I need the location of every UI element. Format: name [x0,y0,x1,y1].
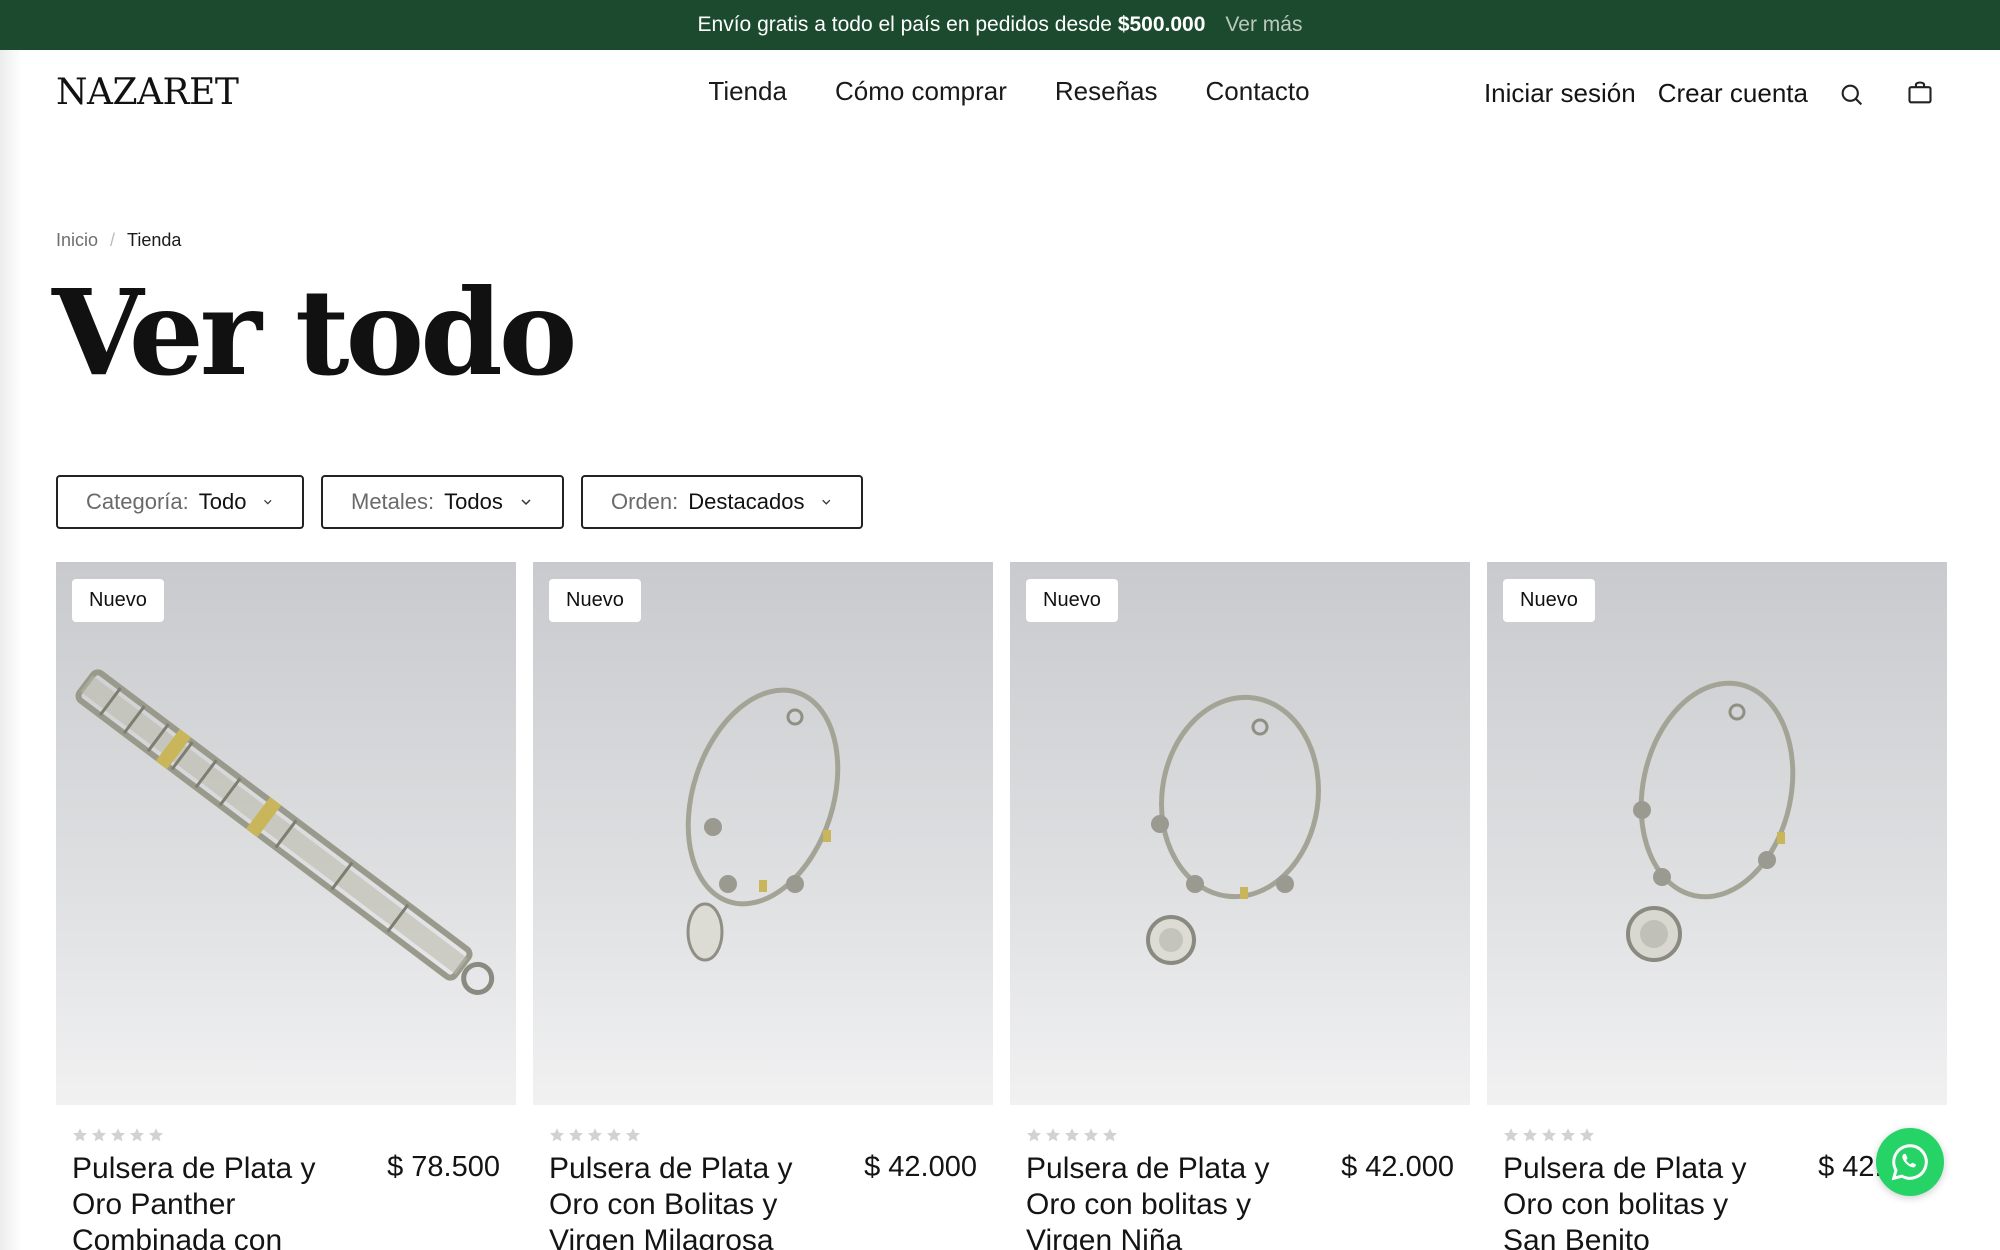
announcement-more-link[interactable]: Ver más [1225,13,1302,37]
chevron-down-icon [264,499,272,505]
page-edge-shade [0,50,22,1250]
metal-filter-label: Metales: [351,489,435,514]
product-name[interactable]: Pulsera de Plata y Oro con bolitas y Vir… [1026,1151,1296,1250]
star-icon [1503,1128,1519,1142]
star-icon [1522,1128,1538,1142]
product-name[interactable]: Pulsera de Plata y Oro con Bolitas y Vir… [549,1151,819,1250]
whatsapp-icon [1891,1144,1928,1181]
announcement-bar: Envío gratis a todo el país en pedidos d… [0,0,2000,50]
breadcrumb-current: Tienda [127,230,182,250]
new-badge: Nuevo [72,579,164,622]
nav-item-tienda[interactable]: Tienda [708,76,787,107]
star-icon [568,1128,584,1142]
star-icon [1026,1128,1042,1142]
star-icon [1560,1128,1576,1142]
product-name[interactable]: Pulsera de Plata y Oro Panther Combinada… [72,1151,342,1250]
announcement-amount: $500.000 [1117,13,1206,36]
register-link[interactable]: Crear cuenta [1658,78,1808,109]
star-icon [1102,1128,1118,1142]
star-icon [587,1128,603,1142]
star-icon [1045,1128,1061,1142]
product-image[interactable]: Nuevo [1487,562,1947,1105]
breadcrumb: Inicio / Tienda [56,230,181,251]
product-price: $ 78.500 [387,1151,500,1183]
star-icon [625,1128,641,1142]
star-icon [606,1128,622,1142]
chevron-down-icon [822,499,831,505]
product-name[interactable]: Pulsera de Plata y Oro con bolitas y San… [1503,1151,1773,1250]
bracelet-virgen-nina-image [1146,694,1321,965]
breadcrumb-home[interactable]: Inicio [56,230,98,251]
sort-filter[interactable]: Orden: Destacados [581,475,863,529]
account-links: Iniciar sesión Crear cuenta [1484,78,1808,109]
breadcrumb-separator: / [110,230,116,250]
bracelet-san-benito-image [1626,680,1796,962]
star-icon [1579,1128,1595,1142]
bracelet-milagrosa-image [685,687,841,962]
filter-bar: Categoría: Todo Metales: Todos Orden: De… [56,475,863,529]
page-title: Ver todo [52,263,577,402]
rating-stars [72,1127,516,1143]
product-card[interactable]: Nuevo Pulsera de Plata y Oro con bolitas… [1487,562,1947,1250]
star-icon [1083,1128,1099,1142]
sort-filter-label: Orden: [611,489,679,514]
metal-filter[interactable]: Metales: Todos [321,475,564,529]
star-icon [110,1128,126,1142]
category-filter-value: Todo [198,489,247,514]
star-icon [549,1128,565,1142]
product-image[interactable]: Nuevo [1010,562,1470,1105]
sort-filter-value: Destacados [688,489,805,514]
rating-stars [1503,1127,1947,1143]
category-filter-label: Categoría: [86,489,189,514]
announcement-text: Envío gratis a todo el país en pedidos d… [697,13,1206,36]
product-card[interactable]: Nuevo Pulsera de Plata y Oro con bolitas… [1010,562,1470,1250]
rating-stars [549,1127,993,1143]
product-card[interactable]: Nuevo Pulsera de Plata y Oro con Bolitas… [533,562,993,1250]
product-price: $ 42.000 [1341,1151,1454,1183]
product-image[interactable]: Nuevo [56,562,516,1105]
login-link[interactable]: Iniciar sesión [1484,78,1636,109]
nav-item-resenas[interactable]: Reseñas [1055,76,1158,107]
category-filter[interactable]: Categoría: Todo [56,475,304,529]
star-icon [1064,1128,1080,1142]
whatsapp-button[interactable] [1876,1128,1944,1196]
nav-item-contacto[interactable]: Contacto [1206,76,1310,107]
product-card[interactable]: Nuevo Pulsera de Plata y Oro Panther Com… [56,562,516,1250]
chevron-down-icon [521,499,531,506]
rating-stars [1026,1127,1470,1143]
star-icon [148,1128,164,1142]
product-grid: Nuevo Pulsera de Plata y Oro Panther Com… [56,562,1947,1250]
product-image[interactable]: Nuevo [533,562,993,1105]
new-badge: Nuevo [1503,579,1595,622]
star-icon [129,1128,145,1142]
search-icon[interactable] [1838,81,1866,109]
bag-icon[interactable] [1906,79,1934,107]
bracelet-panther-image [75,669,495,995]
star-icon [91,1128,107,1142]
metal-filter-value: Todos [444,489,503,514]
nav-item-como-comprar[interactable]: Cómo comprar [835,76,1007,107]
product-price: $ 42.000 [864,1151,977,1183]
star-icon [1541,1128,1557,1142]
new-badge: Nuevo [1026,579,1118,622]
new-badge: Nuevo [549,579,641,622]
star-icon [72,1128,88,1142]
